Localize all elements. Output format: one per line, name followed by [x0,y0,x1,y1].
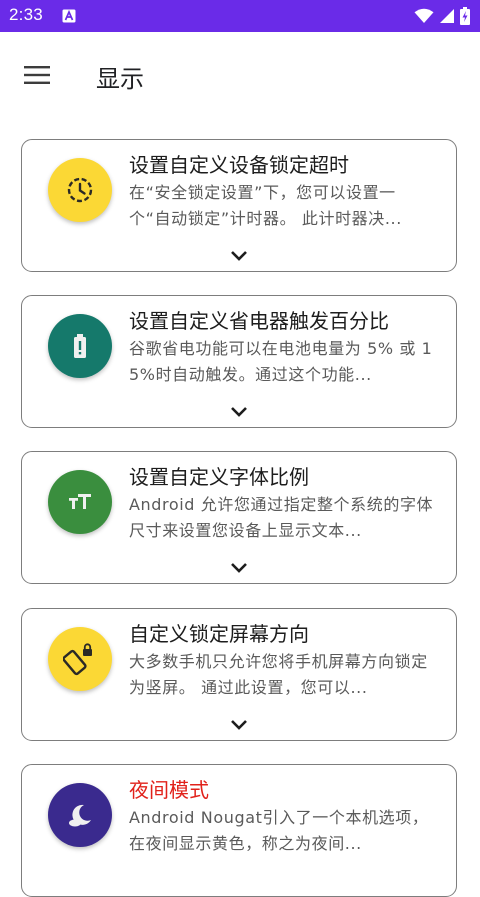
battery-alert-icon [74,334,86,358]
page-title: 显示 [96,65,144,93]
font-size-icon [69,494,91,509]
cell-signal-icon [440,9,454,23]
lock-timer-icon [67,177,93,203]
card-icon-badge [48,627,112,691]
card-icon-badge [48,470,112,534]
status-indicators [414,6,470,26]
chevron-down-icon[interactable] [230,406,248,418]
wifi-icon [414,8,434,23]
card-screen-orientation[interactable]: 自定义锁定屏幕方向 大多数手机只允许您将手机屏幕方向锁定为竖屏。 通过此设置，您… [21,608,457,741]
card-font-scale[interactable]: 设置自定义字体比例 Android 允许您通过指定整个系统的字体尺寸来设置您设备… [21,451,457,584]
card-description: 在“安全锁定设置”下，您可以设置一个“自动锁定”计时器。 此计时器决... [129,183,402,228]
card-title: 自定义锁定屏幕方向 [129,622,309,646]
card-night-mode[interactable]: 夜间模式 Android Nougat引入了一个本机选项，在夜间显示黄色，称之为… [21,764,457,897]
card-icon-badge [48,783,112,847]
menu-icon[interactable] [24,63,50,87]
app-bar: 显示 [0,32,480,118]
screen-rotation-lock-icon [63,643,92,676]
notification-app-icon [62,9,76,23]
card-description: 谷歌省电功能可以在电池电量为 5% 或 15%时自动触发。通过这个功能... [129,339,433,384]
card-description: 大多数手机只允许您将手机屏幕方向锁定为竖屏。 通过此设置，您可以... [129,652,428,697]
status-time: 2:33 [9,5,43,24]
chevron-down-icon[interactable] [230,250,248,262]
card-title: 设置自定义省电器触发百分比 [129,309,389,333]
status-bar: 2:33 [0,0,480,32]
battery-charging-icon [460,7,470,25]
card-title: 夜间模式 [129,778,209,802]
card-battery-saver[interactable]: 设置自定义省电器触发百分比 谷歌省电功能可以在电池电量为 5% 或 15%时自动… [21,295,457,428]
card-title: 设置自定义字体比例 [129,465,309,489]
card-icon-badge [48,158,112,222]
chevron-down-icon[interactable] [230,719,248,731]
chevron-down-icon[interactable] [230,562,248,574]
card-description: Android Nougat引入了一个本机选项，在夜间显示黄色，称之为夜间... [129,808,429,853]
card-lock-timeout[interactable]: 设置自定义设备锁定超时 在“安全锁定设置”下，您可以设置一个“自动锁定”计时器。… [21,139,457,272]
card-description: Android 允许您通过指定整个系统的字体尺寸来设置您设备上显示文本... [129,495,434,540]
card-icon-badge [48,314,112,378]
card-title: 设置自定义设备锁定超时 [129,153,349,177]
night-mode-icon [69,804,91,827]
